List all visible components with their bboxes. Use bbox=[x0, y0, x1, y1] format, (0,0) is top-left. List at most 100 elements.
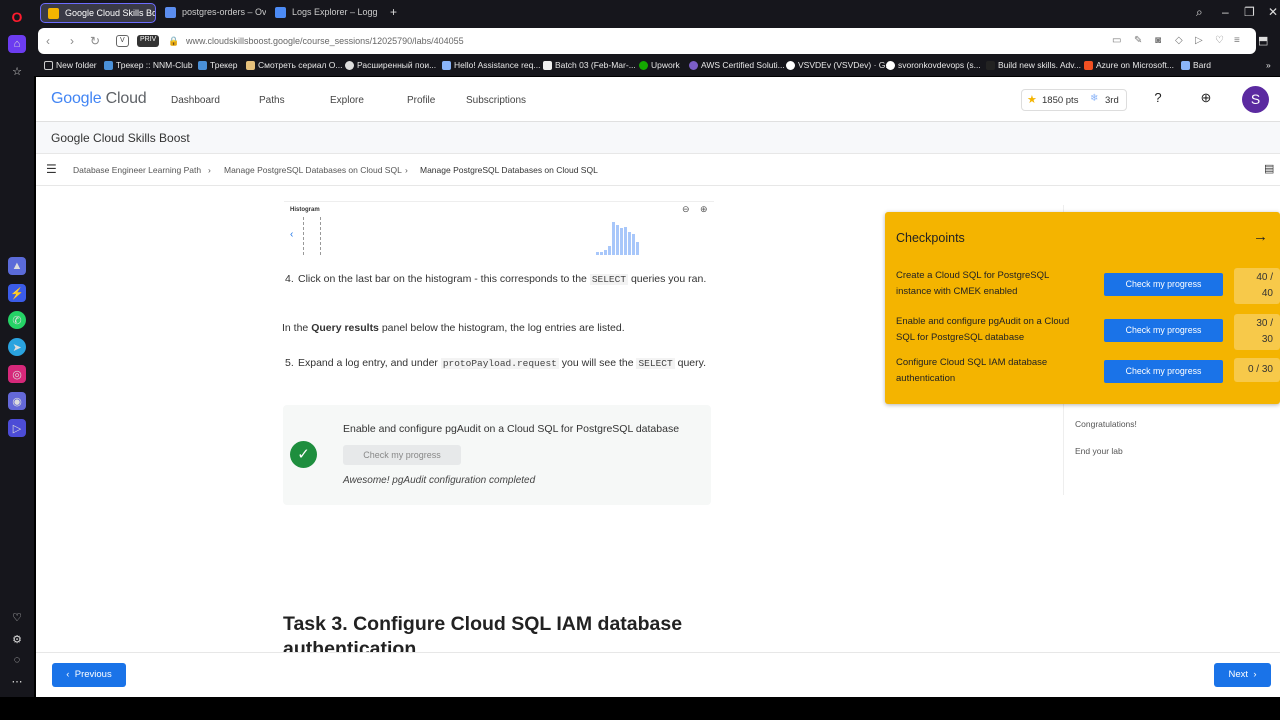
send-icon[interactable]: ▷ bbox=[1195, 35, 1203, 46]
tab-logs-explorer[interactable]: Logs Explorer – Logging - bbox=[268, 3, 378, 23]
outline-menu-icon[interactable]: ☰ bbox=[46, 162, 57, 176]
star-icon[interactable]: ☆ bbox=[8, 62, 26, 80]
discord-icon[interactable]: ◉ bbox=[8, 392, 26, 410]
tab-title: postgres-orders – Overvie bbox=[182, 7, 266, 17]
search-tabs-icon[interactable]: ⌕ bbox=[1196, 5, 1203, 20]
arrow-right-icon[interactable]: → bbox=[1253, 228, 1268, 245]
nav-profile[interactable]: Profile bbox=[407, 95, 435, 106]
next-button[interactable]: Next › bbox=[1214, 663, 1271, 687]
check-progress-button[interactable]: Check my progress bbox=[1104, 273, 1223, 296]
reload-icon[interactable]: ↻ bbox=[90, 34, 100, 48]
telegram-icon[interactable]: ➤ bbox=[8, 338, 26, 356]
checkpoint-success-message: Awesome! pgAudit configuration completed bbox=[343, 475, 536, 486]
new-tab-button[interactable]: + bbox=[390, 5, 397, 19]
instagram-icon[interactable]: ◎ bbox=[8, 365, 26, 383]
player-icon[interactable]: ▷ bbox=[8, 419, 26, 437]
instruction-paragraph: In the Query results panel below the his… bbox=[282, 322, 625, 334]
opera-logo-icon[interactable]: O bbox=[8, 8, 26, 26]
chevron-right-icon: › bbox=[1253, 669, 1257, 680]
league-icon: ❄ bbox=[1090, 93, 1099, 104]
chevron-right-icon: › bbox=[208, 165, 211, 175]
bookmark-item[interactable]: svoronkovdevops (s... bbox=[886, 60, 981, 70]
close-window-icon[interactable]: ✕ bbox=[1268, 5, 1278, 19]
check-progress-button-disabled[interactable]: Check my progress bbox=[343, 445, 461, 465]
bookmark-item[interactable]: Azure on Microsoft... bbox=[1084, 60, 1174, 70]
url-text[interactable]: www.cloudskillsboost.google/course_sessi… bbox=[186, 36, 464, 46]
tab-postgres-orders[interactable]: postgres-orders – Overvie bbox=[158, 3, 266, 23]
home-icon[interactable]: ⌂ bbox=[8, 35, 26, 53]
edit-icon[interactable]: ✎ bbox=[1134, 35, 1142, 46]
breadcrumb-learning-path[interactable]: Database Engineer Learning Path bbox=[73, 165, 201, 175]
bookmark-item[interactable]: Трекер :: NNM-Club bbox=[104, 60, 193, 70]
bookmark-item[interactable]: VSVDEv (VSVDev) · G... bbox=[786, 60, 892, 70]
messenger-icon[interactable]: ⚡ bbox=[8, 284, 26, 302]
bookmark-item[interactable]: Трекер bbox=[198, 60, 237, 70]
help-icon[interactable]: ? bbox=[1149, 90, 1167, 108]
bookmarks-bar: New folder Трекер :: NNM-Club Трекер Смо… bbox=[34, 56, 1280, 76]
checkpoint-score: 0 / 30 bbox=[1234, 358, 1280, 382]
download-icon[interactable]: ⬒ bbox=[1258, 34, 1268, 47]
google-cloud-logo[interactable]: Google Cloud bbox=[51, 90, 147, 108]
language-globe-icon[interactable]: ⊕ bbox=[1197, 90, 1215, 108]
heart-icon[interactable]: ♡ bbox=[8, 608, 26, 626]
tab-bar: Google Cloud Skills Boost postgres-order… bbox=[34, 0, 1280, 26]
bookmark-label: Трекер bbox=[210, 60, 238, 70]
restore-icon[interactable]: ❐ bbox=[1244, 5, 1255, 19]
bookmarks-more-icon[interactable]: » bbox=[1254, 60, 1271, 70]
bookmark-item[interactable]: Расширенный пои... bbox=[345, 60, 436, 70]
outline-item-congratulations[interactable]: Congratulations! bbox=[1075, 419, 1137, 429]
bookmark-item[interactable]: Смотреть сериал О... bbox=[246, 60, 342, 70]
settings-icon[interactable]: ⚙ bbox=[8, 630, 26, 648]
bulb-icon[interactable]: ◌ bbox=[8, 651, 26, 669]
whatsapp-icon[interactable]: ✆ bbox=[8, 311, 26, 329]
lab-footer: ‹ Previous Next › bbox=[36, 652, 1280, 697]
bookmark-item[interactable]: New folder bbox=[44, 60, 97, 70]
check-progress-button[interactable]: Check my progress bbox=[1104, 360, 1223, 383]
bookmark-item[interactable]: Upwork bbox=[639, 60, 680, 70]
check-progress-button[interactable]: Check my progress bbox=[1104, 319, 1223, 342]
aria-icon[interactable]: ▲ bbox=[8, 257, 26, 275]
score-top: 30 / bbox=[1256, 318, 1273, 329]
points-badge[interactable]: ★ 1850 pts ❄ 3rd bbox=[1021, 89, 1127, 111]
nav-subscriptions[interactable]: Subscriptions bbox=[466, 95, 526, 106]
outline-item-end-lab[interactable]: End your lab bbox=[1075, 446, 1123, 456]
more-icon[interactable]: ⋯ bbox=[8, 672, 26, 690]
vpn-badge[interactable]: V bbox=[116, 35, 129, 47]
reader-icon[interactable]: ▭ bbox=[1112, 35, 1121, 46]
camera-icon[interactable]: ◙ bbox=[1155, 35, 1161, 46]
site-header: Google Cloud Dashboard Paths Explore Pro… bbox=[36, 77, 1280, 122]
breadcrumb-course[interactable]: Manage PostgreSQL Databases on Cloud SQL bbox=[224, 165, 402, 175]
histogram-bar bbox=[620, 228, 623, 255]
menu-icon[interactable]: ≡ bbox=[1234, 35, 1240, 46]
tab-skills-boost[interactable]: Google Cloud Skills Boost bbox=[40, 3, 156, 23]
bookmark-label: Смотреть сериал О... bbox=[258, 60, 343, 70]
bookmark-item[interactable]: Bard bbox=[1181, 60, 1211, 70]
previous-button[interactable]: ‹ Previous bbox=[52, 663, 126, 687]
nav-dashboard[interactable]: Dashboard bbox=[171, 95, 220, 106]
nav-paths[interactable]: Paths bbox=[259, 95, 285, 106]
back-icon[interactable]: ‹ bbox=[46, 34, 50, 48]
web-page: Google Cloud Dashboard Paths Explore Pro… bbox=[36, 77, 1280, 697]
bookmark-item[interactable]: Batch 03 (Feb-Mar-... bbox=[543, 60, 636, 70]
bookmark-item[interactable]: Build new skills. Adv... bbox=[986, 60, 1081, 70]
avatar[interactable]: S bbox=[1242, 86, 1269, 113]
histogram-bar bbox=[604, 250, 607, 255]
heart-bookmark-icon[interactable]: ♡ bbox=[1215, 35, 1224, 46]
minimize-icon[interactable]: – bbox=[1222, 5, 1229, 19]
chevron-right-icon: › bbox=[405, 165, 408, 175]
bookmark-item[interactable]: AWS Certified Soluti... bbox=[689, 60, 785, 70]
tab-title: Logs Explorer – Logging - bbox=[292, 7, 378, 17]
shield-icon[interactable]: ◇ bbox=[1175, 35, 1183, 46]
bookmark-item[interactable]: Hello! Assistance req... bbox=[442, 60, 540, 70]
nav-explore[interactable]: Explore bbox=[330, 95, 364, 106]
bookmark-label: Azure on Microsoft... bbox=[1096, 60, 1174, 70]
checkpoints-title: Checkpoints bbox=[896, 231, 965, 245]
address-bar[interactable]: ‹ › ↻ V PRIV 🔒 www.cloudskillsboost.goog… bbox=[38, 28, 1256, 54]
checkpoint-score: 40 / 40 bbox=[1234, 268, 1280, 304]
checkpoint-row: Configure Cloud SQL IAM database authent… bbox=[896, 355, 1280, 395]
address-row: ‹ › ↻ V PRIV 🔒 www.cloudskillsboost.goog… bbox=[34, 26, 1280, 56]
forward-icon[interactable]: › bbox=[70, 34, 74, 48]
chat-icon[interactable]: ▤ bbox=[1264, 162, 1274, 175]
zoom-in-icon: ⊕ bbox=[700, 204, 708, 214]
bookmark-label: Build new skills. Adv... bbox=[998, 60, 1081, 70]
